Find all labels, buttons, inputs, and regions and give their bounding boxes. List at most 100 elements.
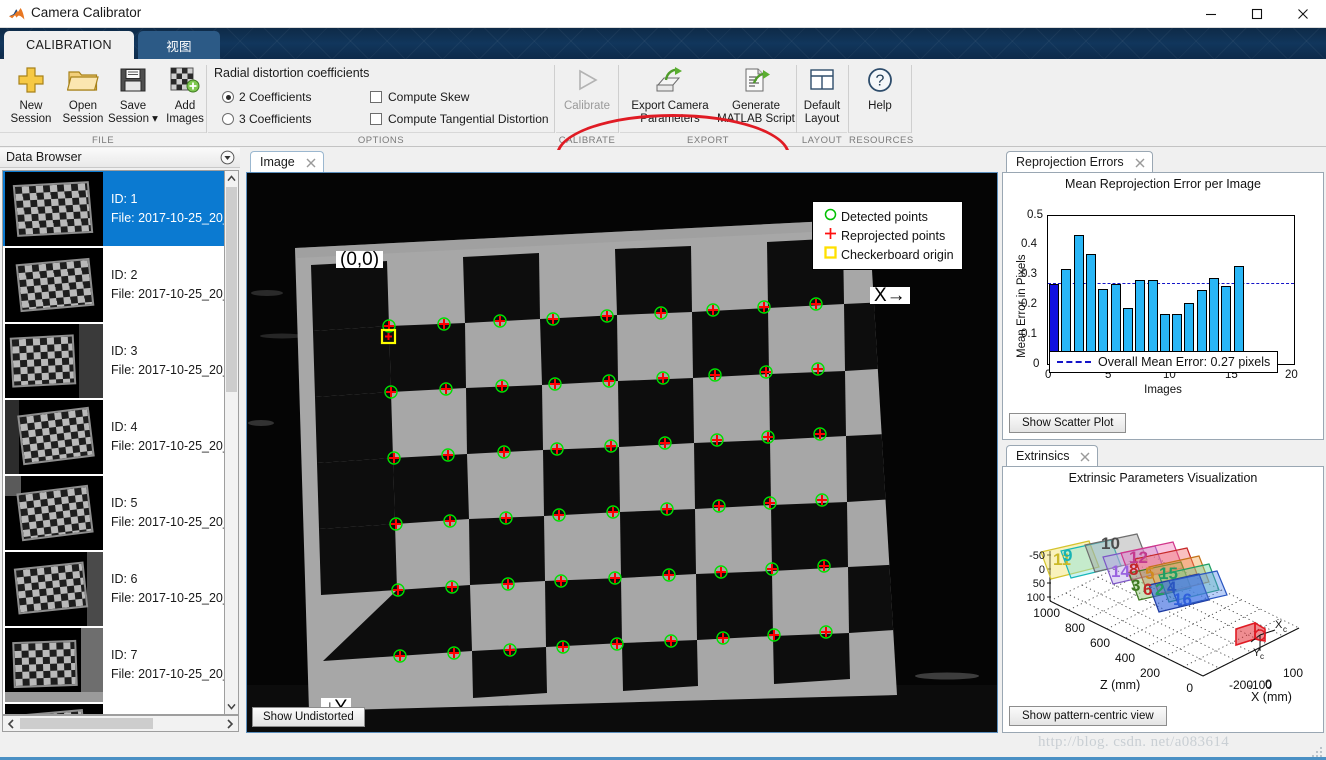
scrollbar-thumb[interactable] (20, 718, 153, 729)
matlab-logo-icon (8, 5, 26, 23)
tab-calibration[interactable]: CALIBRATION (4, 31, 134, 59)
ribbon-tab-strip: CALIBRATION 视图 (0, 28, 1326, 59)
script-arrow-icon (740, 63, 772, 97)
reprojection-chart-area: Mean Reprojection Error per Image Mean E… (1002, 172, 1324, 440)
svg-text:1000: 1000 (1033, 606, 1060, 620)
bar (1061, 269, 1072, 364)
list-item[interactable]: ID: 3 File: 2017-10-25_20_4 (3, 323, 224, 399)
minimize-button[interactable] (1188, 0, 1234, 28)
svg-text:c: c (1283, 625, 1287, 634)
ribbon-group-options: Radial distortion coefficients 2 Coeffic… (208, 59, 554, 147)
reprojection-errors-panel: Reprojection Errors Mean Reprojection Er… (1002, 150, 1324, 440)
new-session-label: New Session (10, 100, 52, 125)
checkbox-compute-skew[interactable]: Compute Skew (370, 90, 469, 104)
list-item-id: ID: 1 (111, 191, 138, 206)
scroll-up-icon[interactable] (225, 171, 238, 186)
x-axis-label: X→ (870, 286, 910, 305)
y-tick-label: 0.4 (1021, 238, 1037, 250)
list-item-file: File: 2017-10-25_20_4 (111, 210, 224, 225)
close-tab-icon[interactable] (305, 156, 317, 168)
help-label: Help (868, 100, 892, 112)
grid-layout-icon (808, 63, 836, 97)
list-item-id: ID: 4 (111, 419, 138, 434)
list-item[interactable] (3, 703, 224, 714)
list-item-file: File: 2017-10-25_20_5 (111, 666, 224, 681)
calibrate-button[interactable]: Calibrate (558, 63, 616, 113)
list-item-file: File: 2017-10-25_20_4 (111, 514, 224, 529)
show-undistorted-button[interactable]: Show Undistorted (252, 707, 365, 727)
radio-2-coefficients[interactable]: 2 Coefficients (222, 90, 312, 104)
extrinsics-z-axis-label: Z (mm) (1100, 678, 1140, 692)
list-item-file: File: 2017-10-25_20_4 (111, 438, 224, 453)
scroll-left-icon[interactable] (3, 716, 19, 731)
ribbon-group-export: Export Camera Parameters Generate MATLAB… (620, 59, 796, 147)
extrinsics-3d-plot[interactable]: 11 9 10 12 14 8 5 15 3 6 2 4 16 X c Y c … (1003, 489, 1323, 704)
thumbnail (5, 324, 103, 398)
group-divider (849, 132, 911, 133)
scroll-down-icon[interactable] (225, 699, 238, 714)
extrinsics-chart-area: Extrinsic Parameters Visualization 11 9 … (1002, 466, 1324, 733)
tab-reprojection-errors[interactable]: Reprojection Errors (1006, 151, 1153, 172)
close-button[interactable] (1280, 0, 1326, 28)
radio-3-coefficients[interactable]: 3 Coefficients (222, 112, 312, 126)
list-item-meta: ID: 7 File: 2017-10-25_20_5 (103, 627, 224, 702)
ribbon-group-calibrate-label: CALIBRATE (558, 135, 616, 146)
list-item[interactable]: ID: 5 File: 2017-10-25_20_4 (3, 475, 224, 551)
tab-image-label: Image (260, 155, 295, 169)
generate-matlab-script-button[interactable]: Generate MATLAB Script (714, 63, 798, 125)
new-session-button[interactable]: New Session (2, 63, 60, 125)
default-layout-button[interactable]: Default Layout (793, 63, 851, 125)
resize-grip[interactable] (1312, 745, 1323, 757)
radio-2-coefficients-label: 2 Coefficients (239, 90, 312, 104)
reprojection-plot-area[interactable] (1047, 215, 1295, 365)
svg-text:0: 0 (1039, 564, 1045, 576)
data-browser-vertical-scrollbar[interactable] (224, 170, 239, 715)
legend-row-reprojected: Reprojected points (819, 226, 954, 245)
ribbon-separator (554, 65, 555, 133)
show-pattern-centric-view-button[interactable]: Show pattern-centric view (1009, 706, 1167, 726)
list-item-id: ID: 6 (111, 571, 138, 586)
save-session-button[interactable]: Save Session ▾ (104, 63, 162, 125)
tab-view[interactable]: 视图 (138, 31, 220, 59)
tab-extrinsics[interactable]: Extrinsics (1006, 445, 1099, 466)
data-browser-list[interactable]: ID: 1 File: 2017-10-25_20_4 ID: 2 File: … (2, 170, 224, 715)
close-tab-icon[interactable] (1079, 450, 1091, 462)
help-button[interactable]: ? Help (851, 63, 909, 113)
close-tab-icon[interactable] (1134, 156, 1146, 168)
list-item-id: ID: 5 (111, 495, 138, 510)
list-item-id: ID: 3 (111, 343, 138, 358)
svg-text:100: 100 (1027, 592, 1045, 604)
y-tick-label: 0.3 (1021, 268, 1037, 280)
list-item[interactable]: ID: 1 File: 2017-10-25_20_4 (3, 171, 224, 247)
export-arrow-icon (654, 63, 686, 97)
list-item-meta: ID: 4 File: 2017-10-25_20_4 (103, 399, 224, 474)
export-camera-parameters-button[interactable]: Export Camera Parameters (628, 63, 712, 125)
list-item[interactable]: ID: 6 File: 2017-10-25_20_4 (3, 551, 224, 627)
tab-image[interactable]: Image (250, 151, 324, 172)
calibration-image[interactable]: (0,0) X→ ↓Y Detected points Reproje (247, 173, 997, 732)
list-item[interactable]: ID: 7 File: 2017-10-25_20_5 (3, 627, 224, 703)
scrollbar-thumb[interactable] (226, 187, 237, 392)
list-item-meta: ID: 6 File: 2017-10-25_20_4 (103, 551, 224, 626)
legend-reprojected-label: Reprojected points (841, 228, 946, 243)
ribbon-body: New Session Open Session Save Session ▾ … (0, 59, 1326, 197)
data-browser-panel: Data Browser ID: 1 File: 2017-10-25_20_4 (0, 148, 240, 736)
list-item-file: File: 2017-10-25_20_4 (111, 362, 224, 377)
ribbon-separator (206, 65, 207, 133)
extrinsics-x-axis-label: X (mm) (1251, 690, 1292, 704)
list-item[interactable]: ID: 2 File: 2017-10-25_20_4 (3, 247, 224, 323)
data-browser-horizontal-scrollbar[interactable] (2, 715, 239, 732)
group-divider (797, 132, 847, 133)
checkbox-compute-tangential[interactable]: Compute Tangential Distortion (370, 112, 549, 126)
maximize-button[interactable] (1234, 0, 1280, 28)
svg-text:100: 100 (1283, 666, 1303, 680)
scroll-right-icon[interactable] (222, 716, 238, 731)
ribbon-separator (618, 65, 619, 133)
svg-text:14: 14 (1111, 562, 1130, 581)
list-item[interactable]: ID: 4 File: 2017-10-25_20_4 (3, 399, 224, 475)
default-layout-label: Default Layout (803, 100, 841, 125)
open-session-label: Open Session (62, 100, 104, 125)
chevron-down-circle-icon[interactable] (220, 150, 235, 165)
thumbnail (5, 476, 103, 550)
show-scatter-plot-button[interactable]: Show Scatter Plot (1009, 413, 1127, 433)
